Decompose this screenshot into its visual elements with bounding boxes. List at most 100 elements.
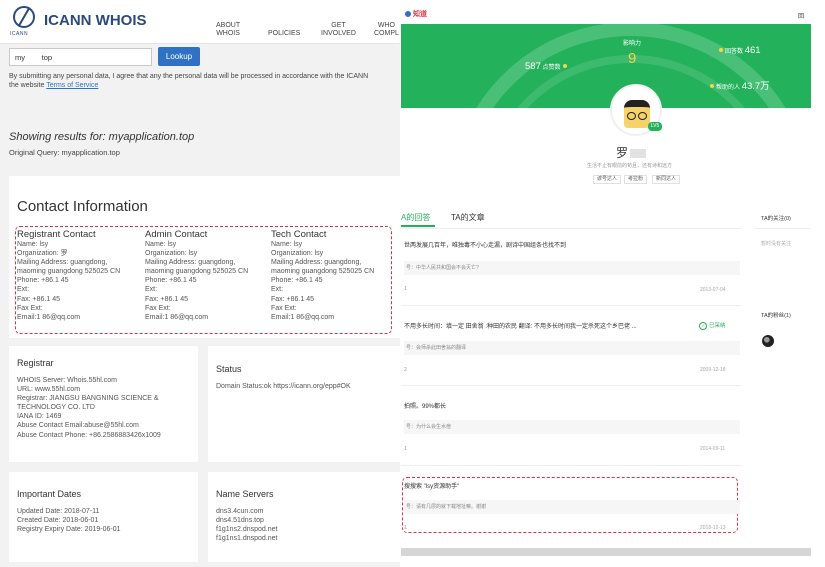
- contact-line: Ext:: [17, 286, 30, 294]
- date-line: Created Date: 2018-06-01: [17, 517, 99, 525]
- lookup-button[interactable]: Lookup: [158, 47, 200, 66]
- nav-policies[interactable]: POLICIES: [268, 30, 300, 38]
- registrar-line: URL: www.55hl.com: [17, 386, 81, 394]
- following-heading[interactable]: TA的关注(0): [761, 214, 791, 222]
- contact-line: Email:1 86@qq.com: [271, 313, 335, 321]
- profile-banner: 影响力 9 587 点赞数 回答数 461 帮助的人 43.7万: [401, 24, 811, 108]
- profile-tag[interactable]: 新同达人: [652, 175, 681, 184]
- nameserver-line: dns3.4cun.com: [216, 508, 264, 515]
- nav-about-whois[interactable]: ABOUT WHOIS: [216, 22, 240, 38]
- following-empty: 暂时没有关注: [761, 241, 792, 247]
- likes-stat: 587 点赞数: [525, 61, 569, 72]
- nav-get-involved[interactable]: GET INVOLVED: [321, 22, 356, 38]
- user-bio: 生活不止有眼前的苟且，还有诗和远方: [587, 163, 673, 169]
- nameserver-line: dns4.51dns.top: [216, 517, 264, 525]
- helped-stat: 帮助的人 43.7万: [708, 78, 770, 92]
- dot-icon: [562, 64, 567, 68]
- contact-line: Fax: +86.1 45: [145, 295, 189, 303]
- contact-line: Mailing Address: guangdong,: [145, 259, 236, 267]
- top-bar: 知道 回: [401, 0, 811, 24]
- profile-tag[interactable]: 考拉粉: [624, 175, 648, 184]
- contact-line: Mailing Address: guangdong,: [17, 259, 108, 267]
- answer-date: 2018-12-13: [700, 525, 726, 531]
- nav-compliance[interactable]: WHO COMPL: [374, 22, 399, 38]
- contact-heading: Tech Contact: [271, 229, 327, 240]
- fans-heading[interactable]: TA的粉丝(1): [761, 311, 791, 319]
- question-title[interactable]: 搜搜索 "lsy资源助手": [404, 481, 459, 490]
- answer-date: 2014-09-11: [700, 446, 726, 452]
- influence-label: 影响力: [623, 41, 642, 47]
- brand-text: 知道: [413, 11, 427, 18]
- registrar-line: Abuse Contact Email:abuse@55hl.com: [17, 422, 139, 430]
- registrar-line: TECHNOLOGY CO. LTD: [17, 404, 95, 412]
- contact-line: Name: lsy: [145, 241, 177, 248]
- status-card: Status Domain Status:ok https://icann.or…: [208, 346, 400, 462]
- brand-logo[interactable]: 知道: [405, 9, 427, 19]
- list-divider: [401, 305, 741, 306]
- nameserver-line: f1g1ns1.dnspod.net: [216, 535, 278, 543]
- results-title: Showing results for: myapplication.top: [9, 131, 195, 143]
- answer-snippet[interactable]: 号：为什么会生水痘: [404, 420, 740, 434]
- terms-of-service-link[interactable]: Terms of Service: [46, 82, 98, 89]
- helped-label: 帮助的人: [716, 85, 741, 91]
- contact-heading: Registrant Contact: [17, 229, 96, 240]
- contact-line: Fax Ext:: [145, 304, 171, 312]
- answer-count: 2: [404, 367, 407, 373]
- contact-line: Name: lsy: [17, 241, 49, 248]
- registrar-line: Registrar: JIANGSU BANGNING SCIENCE &: [17, 395, 159, 403]
- contact-line: Organization: 罗: [17, 250, 68, 258]
- answer-count: 1: [404, 446, 407, 452]
- card-heading: Name Servers: [216, 489, 274, 499]
- question-title[interactable]: 世两发展几百年，唯独毒不小心走漏，剧诗中国组条也找不到: [404, 240, 566, 249]
- contact-line: Email:1 86@qq.com: [145, 313, 209, 321]
- answer-date: 2009-12-18: [700, 367, 726, 373]
- disclaimer: By submitting any personal data, I agree…: [9, 73, 369, 89]
- card-heading: Important Dates: [17, 489, 82, 499]
- feed-divider: [401, 228, 741, 229]
- list-divider: [401, 385, 741, 386]
- contact-line: Fax: +86.1 45: [271, 295, 315, 303]
- profile-tag[interactable]: 谚号达人: [593, 175, 622, 184]
- fan-avatar[interactable]: [762, 335, 774, 347]
- active-tab-indicator: [401, 225, 435, 227]
- tab-answers[interactable]: A的回答: [401, 212, 430, 223]
- contact-line: Mailing Address: guangdong,: [271, 259, 362, 267]
- contact-line: Phone: +86.1 45: [271, 277, 323, 285]
- card-heading: Registrar: [17, 358, 54, 368]
- user-name: 罗: [616, 144, 647, 161]
- answer-count: 1: [404, 286, 407, 292]
- contact-line: Ext:: [271, 286, 284, 294]
- tech-contact: Tech Contact Name: lsy Organization: lsy…: [271, 229, 397, 322]
- cartoon-avatar-icon: [624, 100, 650, 128]
- dot-icon: [710, 84, 714, 88]
- contact-title: Contact Information: [17, 198, 148, 215]
- answer-snippet[interactable]: 号：中华人民共和国会不会灭亡?: [404, 261, 740, 275]
- horizontal-scrollbar[interactable]: [401, 548, 811, 556]
- whois-panel: ICANN ICANN WHOIS ABOUT WHOIS POLICIES GE…: [0, 0, 400, 567]
- question-title[interactable]: 不用多长时间：填一定 田舍翁 :种田的农民 翻译: 不用多长时间我一定杀死这个乡…: [404, 321, 637, 330]
- contact-line: Fax: +86.1 45: [17, 295, 61, 303]
- contact-line: Name: lsy: [271, 241, 303, 248]
- arc-decoration: [476, 24, 786, 108]
- registrar-line: IANA ID: 1469: [17, 413, 62, 421]
- contact-line: Phone: +86.1 45: [145, 277, 197, 285]
- answer-count: 1: [404, 525, 407, 531]
- answer-snippet[interactable]: 号：会师杀此田舍翁的翻译: [404, 341, 740, 355]
- answer-snippet[interactable]: 号：请有几层的就下载地址嘛。谢谢: [404, 500, 740, 514]
- contact-line: maoming guangdong 525025 CN: [271, 268, 375, 276]
- dot-icon: [719, 48, 723, 52]
- registrar-line: WHOIS Server: Whois.55hl.com: [17, 377, 117, 384]
- date-line: Updated Date: 2018-07-11: [17, 508, 100, 515]
- top-right-link[interactable]: 回: [798, 11, 804, 20]
- contact-line: maoming guangdong 525025 CN: [145, 268, 249, 276]
- user-name-text: 罗: [616, 146, 629, 160]
- status-line: Domain Status:ok https://icann.org/epp#O…: [216, 383, 351, 390]
- tab-articles[interactable]: TA的文章: [451, 212, 485, 223]
- site-title[interactable]: ICANN WHOIS: [44, 12, 147, 29]
- influence-value: 9: [628, 50, 637, 67]
- question-title[interactable]: 拍照。99%都长: [404, 401, 446, 410]
- likes-label: 点赞数: [542, 65, 561, 71]
- domain-search-input[interactable]: [9, 48, 152, 66]
- contact-line: Fax Ext:: [17, 304, 43, 312]
- level-badge: LV5: [648, 122, 662, 131]
